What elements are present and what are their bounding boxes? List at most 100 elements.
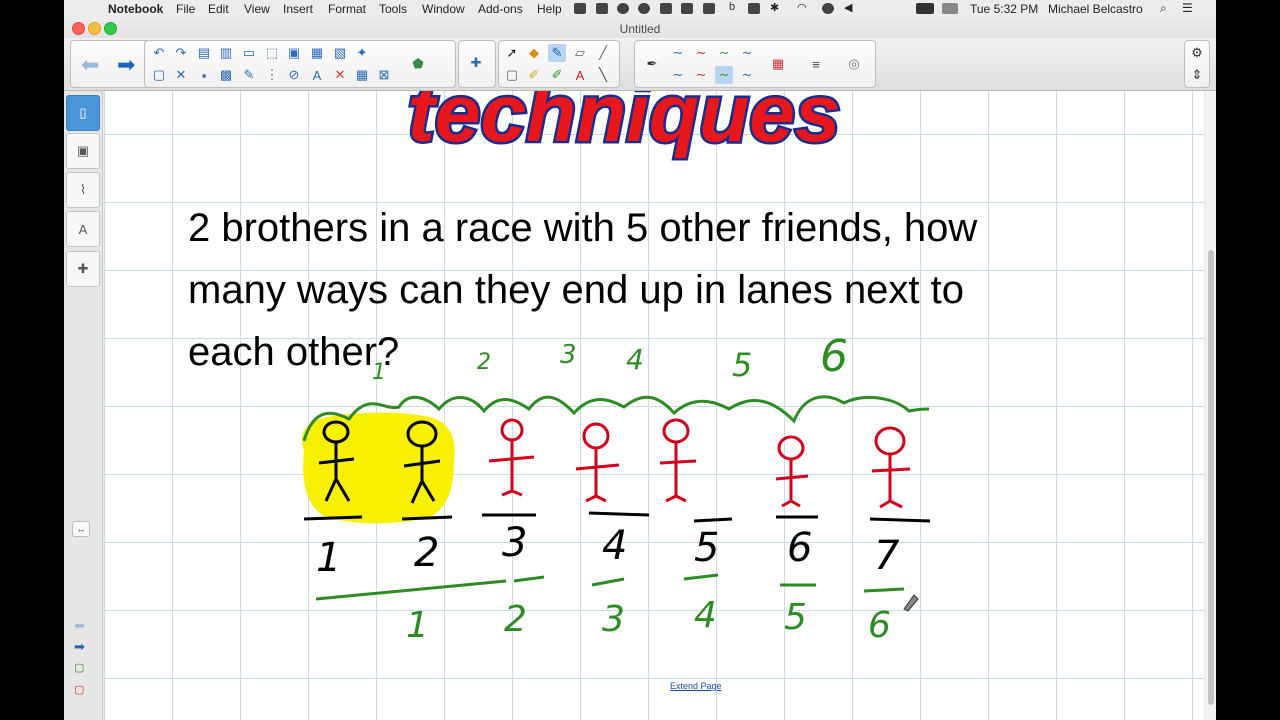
line-style-icon[interactable]: ∼ [669, 66, 687, 84]
status-icon[interactable] [660, 3, 672, 14]
creative-pen-icon[interactable]: ✐ [525, 66, 543, 84]
line-style-icon[interactable]: ∼ [669, 44, 687, 62]
search-icon[interactable]: ⌕ [1160, 1, 1172, 15]
attachments-tab[interactable]: ⌇ [66, 172, 100, 208]
display-icon[interactable]: ▣ [285, 44, 303, 62]
insert-table-icon[interactable]: ▧ [331, 44, 349, 62]
document-camera-icon[interactable]: ▩ [217, 66, 235, 84]
select-tool-icon[interactable]: ➚ [503, 44, 521, 62]
magic-pen-icon[interactable]: ╲ [594, 66, 612, 84]
bluetooth-icon[interactable]: ✱ [770, 1, 782, 14]
menu-window[interactable]: Window [422, 2, 465, 16]
delete-page-icon[interactable]: ▢ [74, 683, 84, 696]
menu-help[interactable]: Help [537, 2, 562, 16]
color-palette-icon[interactable]: ▦ [769, 55, 787, 73]
menu-view[interactable]: View [244, 2, 270, 16]
volume-icon[interactable]: ◀ [844, 1, 856, 14]
drawing-layer: techniques 1 2 3 4 5 6 1 2 3 4 5 6 7 1 2… [302, 91, 931, 646]
text-tool-icon[interactable]: A [308, 66, 326, 84]
settings-group: ⚙ ⇕ [1184, 40, 1210, 88]
open-file-icon[interactable]: ▤ [195, 44, 213, 62]
line-width-icon[interactable]: ≡ [807, 55, 825, 73]
properties-icon[interactable]: ⋮ [263, 66, 281, 84]
pen-icon[interactable]: ✒ [643, 55, 661, 73]
minimize-window-button[interactable] [88, 22, 101, 35]
menu-tools[interactable]: Tools [379, 2, 407, 16]
tools-icon[interactable]: ✦ [353, 44, 371, 62]
line-style-icon[interactable]: ∼ [738, 66, 756, 84]
full-screen-icon[interactable]: ⬚ [263, 44, 281, 62]
app-menu[interactable]: Notebook [108, 2, 163, 16]
page-sorter-tab[interactable]: ▯ [66, 95, 100, 131]
status-icon[interactable] [617, 3, 629, 14]
add-page-icon[interactable]: ▢ [74, 661, 84, 674]
shape-tool-icon[interactable]: ▢ [503, 66, 521, 84]
zoom-window-button[interactable] [104, 22, 117, 35]
undo-icon[interactable]: ↶ [150, 44, 168, 62]
delete-icon[interactable]: ✕ [331, 66, 349, 84]
menu-format[interactable]: Format [328, 2, 366, 16]
add-ons-tab[interactable]: ✚ [66, 251, 100, 287]
sidebar-resize-handle[interactable]: ↔ [72, 521, 90, 537]
paste-icon[interactable]: ▥ [217, 44, 235, 62]
close-icon[interactable]: ⊠ [375, 66, 393, 84]
next-page-icon[interactable]: ➡ [117, 52, 135, 78]
user-name[interactable]: Michael Belcastro [1048, 2, 1143, 16]
status-icon[interactable] [574, 3, 586, 14]
status-icon[interactable] [681, 3, 693, 14]
expand-toolbar-icon[interactable]: ⇕ [1188, 66, 1206, 84]
delete-page-icon[interactable]: ✕ [172, 66, 190, 84]
menu-file[interactable]: File [176, 2, 195, 16]
new-page-icon[interactable]: ▢ [150, 66, 168, 84]
gear-icon[interactable]: ⚙ [1188, 44, 1206, 62]
fill-tool-icon[interactable]: ◆ [525, 44, 543, 62]
window-title: Untitled [619, 22, 661, 36]
screen-capture-icon[interactable]: ▦ [308, 44, 326, 62]
status-icon[interactable] [748, 3, 760, 14]
bottom-number: 5 [784, 597, 807, 638]
eraser-icon[interactable]: ▱ [571, 44, 589, 62]
text-color-icon[interactable]: A [571, 66, 589, 84]
previous-page-icon[interactable]: ⬅ [74, 618, 85, 634]
clear-ink-icon[interactable]: ✎ [240, 66, 258, 84]
line-style-icon[interactable]: ∼ [692, 44, 710, 62]
line-tool-icon[interactable]: ╱ [594, 44, 612, 62]
keyboard-icon[interactable] [942, 3, 958, 14]
pen-tool-icon[interactable]: ✎ [548, 44, 566, 62]
puzzle-piece-icon[interactable]: ✚ [467, 54, 485, 72]
status-icon[interactable] [638, 3, 650, 14]
transparency-icon[interactable]: ◎ [845, 55, 863, 73]
b-status-icon[interactable]: b [729, 1, 741, 13]
properties-tab[interactable]: A [66, 211, 100, 247]
table-icon[interactable]: ▦ [353, 66, 371, 84]
menu-edit[interactable]: Edit [208, 2, 229, 16]
accessibility-icon[interactable] [822, 3, 834, 14]
gallery-tab[interactable]: ▣ [66, 133, 100, 169]
menu-addons[interactable]: Add-ons [478, 2, 523, 16]
extend-page-link[interactable]: Extend Page [670, 681, 722, 691]
previous-page-icon[interactable]: ⬅ [81, 52, 99, 78]
line-style-icon[interactable]: ∼ [715, 66, 733, 84]
status-icon[interactable] [596, 3, 608, 14]
line-style-icon[interactable]: ∼ [738, 44, 756, 62]
menu-insert[interactable]: Insert [283, 2, 313, 16]
next-page-icon[interactable]: ➡ [74, 639, 85, 655]
close-window-button[interactable] [72, 22, 85, 35]
clock[interactable]: Tue 5:32 PM [970, 2, 1038, 16]
add-ons-icon[interactable]: ⬟ [409, 55, 427, 73]
notification-center-icon[interactable]: ☰ [1182, 1, 1194, 15]
save-icon[interactable]: ▪ [195, 66, 213, 84]
lane-numbers: 1 2 3 4 5 6 7 [316, 520, 900, 581]
whiteboard-canvas[interactable]: techniques 1 2 3 4 5 6 1 2 3 4 5 6 7 1 2… [104, 91, 1204, 720]
screen-shade-icon[interactable]: ▭ [240, 44, 258, 62]
pen-cursor-icon [903, 594, 919, 612]
redo-icon[interactable]: ↷ [172, 44, 190, 62]
battery-icon[interactable] [916, 3, 934, 14]
line-style-icon[interactable]: ∼ [692, 66, 710, 84]
highlighter-icon[interactable]: ✐ [548, 66, 566, 84]
link-icon[interactable]: ⊘ [285, 66, 303, 84]
wifi-icon[interactable]: ◠ [797, 1, 809, 14]
scrollbar-thumb[interactable] [1208, 250, 1214, 705]
status-icon[interactable] [703, 3, 715, 14]
line-style-icon[interactable]: ∼ [715, 44, 733, 62]
